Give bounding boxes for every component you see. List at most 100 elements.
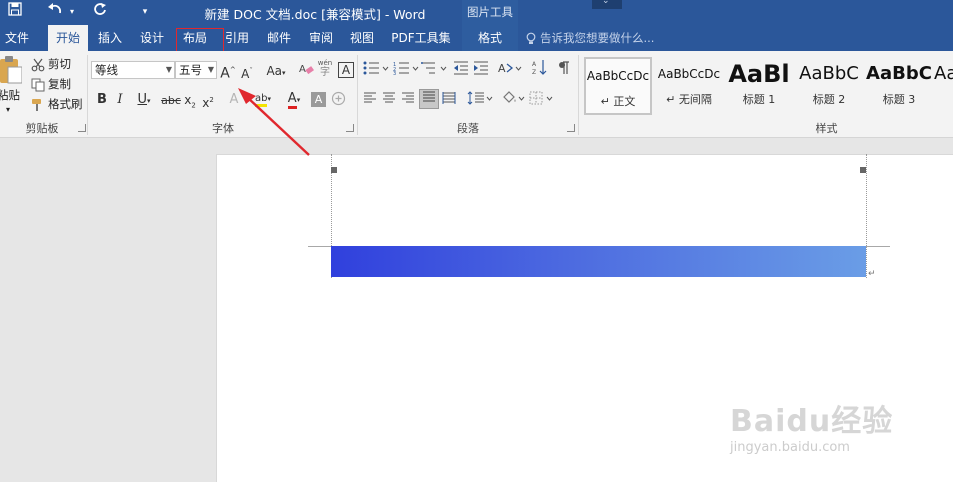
enclose-characters-button[interactable] (330, 91, 346, 111)
align-center-button[interactable] (381, 91, 397, 111)
increase-indent-button[interactable] (472, 61, 490, 81)
borders-button[interactable] (528, 91, 556, 111)
font-size-combo[interactable]: 五号 ▼ (175, 61, 217, 79)
tab-home[interactable]: 开始 (48, 25, 88, 51)
style-name: 标题 1 (742, 93, 776, 106)
asian-layout-button[interactable]: A (497, 61, 523, 81)
style-sample: AaBbCcDc (657, 67, 721, 81)
resize-handle[interactable] (860, 167, 866, 173)
style-heading-1[interactable]: AaBl 标题 1 (724, 57, 794, 115)
font-name-value: 等线 (95, 63, 118, 77)
tell-me-search[interactable]: 告诉我您想要做什么... (526, 25, 654, 51)
superscript-button[interactable]: x2 (200, 90, 216, 110)
tab-review[interactable]: 审阅 (304, 25, 338, 51)
paint-bucket-icon (503, 91, 525, 103)
copy-button[interactable]: 复制 (31, 76, 71, 92)
paintbrush-icon (31, 98, 45, 112)
copy-icon (31, 78, 45, 92)
chevron-down-icon: ▼ (207, 65, 214, 74)
tab-design[interactable]: 设计 (134, 25, 170, 51)
undo-dropdown-icon[interactable]: ▾ (66, 2, 78, 22)
justify-icon (423, 91, 435, 102)
margin-guide (308, 246, 331, 247)
character-shading-button[interactable]: A (311, 92, 326, 107)
underline-label: U (137, 92, 147, 107)
bullets-button[interactable] (362, 61, 390, 81)
style-title[interactable]: Aa (934, 57, 953, 115)
cut-label: 剪切 (48, 57, 71, 71)
style-name: ↵ 正文 (600, 95, 636, 108)
decrease-indent-button[interactable] (452, 61, 470, 81)
character-border-button[interactable]: A (338, 62, 354, 78)
show-formatting-button[interactable] (555, 61, 573, 81)
multilevel-list-button[interactable] (420, 61, 448, 81)
distributed-button[interactable] (441, 91, 457, 111)
margin-guide (866, 246, 890, 247)
shading-button[interactable] (500, 91, 528, 111)
strikethrough-button[interactable]: abc (160, 91, 182, 111)
grow-font-label: A (220, 65, 230, 82)
watermark-url: jingyan.baidu.com (730, 440, 850, 455)
sort-button[interactable]: AZ (531, 59, 547, 79)
line-spacing-button[interactable] (466, 91, 494, 111)
style-no-spacing[interactable]: AaBbCcDc ↵ 无间隔 (654, 57, 724, 115)
underline-button[interactable]: U▾ (131, 90, 157, 110)
font-group-label: 字体 (212, 122, 234, 135)
ribbon-display-toggle[interactable]: ⌄ (592, 0, 622, 9)
subscript-button[interactable]: x2 (182, 90, 198, 110)
paste-button[interactable]: 粘贴 ▾ (0, 55, 24, 114)
align-right-button[interactable] (400, 91, 416, 111)
tab-file[interactable]: 文件 (0, 25, 34, 51)
grow-font-button[interactable]: A^ (219, 60, 237, 82)
font-color-label: A (287, 91, 297, 109)
text-effects-button[interactable]: A (226, 90, 242, 110)
phonetic-guide-button[interactable]: wén 字 (316, 59, 334, 83)
font-size-value: 五号 (179, 63, 202, 77)
title-bar: ▾ ▾ 新建 DOC 文档.doc [兼容模式] - Word 图片工具 ⌄ (0, 0, 953, 25)
tell-me-text: 告诉我您想要做什么... (540, 31, 655, 45)
bold-button[interactable]: B (94, 90, 110, 110)
paragraph-dialog-launcher[interactable] (567, 124, 575, 132)
style-heading-2[interactable]: AaBbC 标题 2 (794, 57, 864, 115)
copy-label: 复制 (48, 77, 71, 91)
change-case-button[interactable]: Aa▾ (262, 61, 290, 81)
character-border-label: A (341, 63, 351, 77)
eraser-icon: A (299, 64, 314, 75)
numbering-button[interactable]: 123 (392, 61, 420, 81)
styles-group-label: 样式 (815, 122, 838, 135)
clipboard-dialog-launcher[interactable] (78, 124, 86, 132)
style-normal[interactable]: AaBbCcDc ↵ 正文 (584, 57, 652, 115)
document-title: 新建 DOC 文档.doc [兼容模式] - Word (204, 7, 426, 22)
save-icon[interactable] (6, 2, 24, 22)
format-painter-button[interactable]: 格式刷 (31, 96, 83, 112)
undo-icon[interactable] (44, 2, 66, 22)
resize-handle[interactable] (331, 167, 337, 173)
align-left-button[interactable] (362, 91, 378, 111)
italic-button[interactable]: I (112, 90, 128, 110)
shrink-font-button[interactable]: Aˇ (238, 61, 256, 81)
style-heading-3[interactable]: AaBbC 标题 3 (864, 57, 934, 115)
multilevel-list-icon (421, 62, 447, 74)
italic-label: I (117, 92, 123, 107)
svg-text:3: 3 (393, 71, 396, 75)
tab-mailings[interactable]: 邮件 (262, 25, 296, 51)
tab-picture-format[interactable]: 格式 (462, 25, 518, 51)
clear-formatting-button[interactable]: A (298, 61, 314, 81)
tab-references[interactable]: 引用 (220, 25, 254, 51)
tab-view[interactable]: 视图 (345, 25, 379, 51)
redo-icon[interactable] (90, 2, 110, 22)
phonetic-guide-char: 字 (320, 67, 330, 78)
tab-insert[interactable]: 插入 (92, 25, 128, 51)
gradient-picture[interactable] (331, 246, 866, 277)
line-spacing-icon (467, 91, 493, 105)
tab-pdf-tools[interactable]: PDF工具集 (386, 25, 456, 51)
format-painter-label: 格式刷 (48, 97, 83, 111)
align-right-icon (402, 92, 414, 103)
font-color-button[interactable]: A▾ (281, 89, 307, 109)
cut-button[interactable]: 剪切 (31, 56, 71, 72)
justify-button[interactable] (419, 89, 439, 109)
distributed-icon (442, 92, 456, 104)
font-name-combo[interactable]: 等线 ▼ (91, 61, 175, 79)
highlight-color-button[interactable]: ab▾ (250, 89, 276, 109)
font-dialog-launcher[interactable] (346, 124, 354, 132)
